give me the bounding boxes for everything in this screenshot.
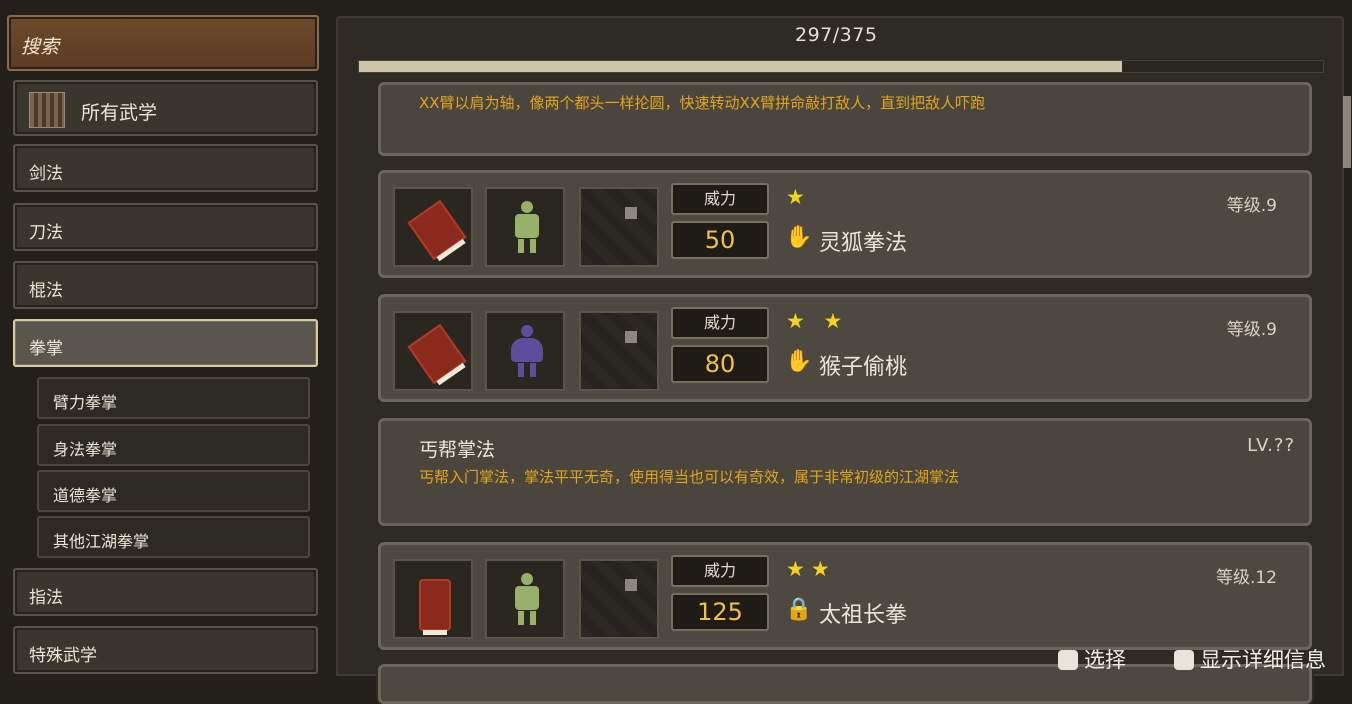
- power-value: 125: [671, 593, 769, 631]
- skill-level: 等级.12: [1215, 568, 1277, 588]
- category-all-label: 所有武学: [81, 102, 158, 124]
- book-icon: [407, 323, 467, 385]
- star-rating: ★ ★: [786, 309, 849, 333]
- fighter-icon: [507, 325, 547, 377]
- subcategory-strength[interactable]: 臂力拳掌: [37, 377, 310, 419]
- stance-slot: [485, 559, 565, 639]
- skill-card[interactable]: [378, 664, 1312, 704]
- fighter-icon: [507, 573, 547, 625]
- stance-slot: [485, 187, 565, 267]
- category-label: 指法: [29, 588, 63, 608]
- subcategory-agility[interactable]: 身法拳掌: [37, 424, 310, 466]
- item-slot: [393, 187, 473, 267]
- subcategory-label: 道德拳掌: [53, 486, 118, 505]
- skill-name: 灵狐拳法: [819, 231, 908, 256]
- progress-fill: [359, 61, 1123, 72]
- subcategory-other[interactable]: 其他江湖拳掌: [37, 516, 310, 558]
- subcategory-label: 臂力拳掌: [53, 393, 118, 412]
- select-label: 选择: [1084, 648, 1126, 672]
- empty-slot: [579, 559, 659, 639]
- hand-icon: ✋: [785, 225, 813, 250]
- power-label: 威力: [671, 183, 769, 215]
- item-slot: [393, 559, 473, 639]
- book-icon: [419, 579, 451, 635]
- detail-title: 丐帮掌法: [419, 439, 496, 461]
- star-rating: ★: [786, 185, 811, 209]
- empty-slot: [579, 311, 659, 391]
- power-label: 威力: [671, 555, 769, 587]
- detail-text: 丐帮入门掌法，掌法平平无奇，使用得当也可以有奇效，属于非常初级的江湖掌法: [419, 468, 960, 486]
- category-staff[interactable]: 棍法: [13, 261, 318, 309]
- skill-name: 猴子偷桃: [819, 355, 908, 380]
- subcategory-label: 其他江湖拳掌: [53, 532, 150, 551]
- skill-level: 等级.9: [1226, 320, 1277, 340]
- category-finger[interactable]: 指法: [13, 568, 318, 616]
- skill-card[interactable]: 威力 80 ★ ★ ✋ 猴子偷桃 等级.9: [378, 294, 1312, 402]
- power-label: 威力: [671, 307, 769, 339]
- category-fist-palm[interactable]: 拳掌: [13, 319, 318, 367]
- skill-name: 太祖长拳: [819, 603, 908, 628]
- gamepad-icon: [1058, 650, 1078, 670]
- subcategory-morality[interactable]: 道德拳掌: [37, 470, 310, 512]
- skill-card[interactable]: 威力 50 ★ ✋ 灵狐拳法 等级.9: [378, 170, 1312, 278]
- category-blade[interactable]: 刀法: [13, 203, 318, 251]
- category-label: 剑法: [29, 164, 63, 184]
- mouse-icon: [1174, 650, 1194, 670]
- category-label: 拳掌: [29, 339, 63, 359]
- skill-level: 等级.9: [1226, 196, 1277, 216]
- search-label: 搜索: [21, 36, 60, 58]
- category-label: 棍法: [29, 281, 63, 301]
- description-text: XX臂以肩为轴，像两个都头一样抡圆，快速转动XX臂拼命敲打敌人，直到把敌人吓跑: [419, 94, 986, 112]
- category-sidebar: 搜索 所有武学 剑法 刀法 棍法 拳掌 臂力拳掌 身法拳掌 道德拳掌 其他江湖拳…: [0, 0, 330, 676]
- lock-icon: 🔒: [785, 597, 813, 622]
- detail-level: LV.??: [1247, 435, 1295, 456]
- skill-card[interactable]: 威力 125 ★★ 🔒 太祖长拳 等级.12: [378, 542, 1312, 650]
- scrollbar[interactable]: [1343, 96, 1351, 168]
- skill-description-card: XX臂以肩为轴，像两个都头一样抡圆，快速转动XX臂拼命敲打敌人，直到把敌人吓跑: [378, 82, 1312, 156]
- category-label: 刀法: [29, 223, 63, 243]
- hand-icon: ✋: [785, 349, 813, 374]
- item-slot: [393, 311, 473, 391]
- select-hint: 选择: [1058, 644, 1126, 674]
- detail-label: 显示详细信息: [1200, 648, 1326, 672]
- detail-hint: 显示详细信息: [1174, 644, 1326, 674]
- book-icon: [407, 199, 467, 261]
- power-value: 80: [671, 345, 769, 383]
- subcategory-label: 身法拳掌: [53, 440, 118, 459]
- category-sword[interactable]: 剑法: [13, 144, 318, 192]
- empty-slot: [579, 187, 659, 267]
- star-rating: ★★: [786, 557, 836, 581]
- progress-count: 297/375: [795, 24, 878, 46]
- category-all[interactable]: 所有武学: [13, 80, 318, 136]
- skill-detail-card: 丐帮掌法 LV.?? 丐帮入门掌法，掌法平平无奇，使用得当也可以有奇效，属于非常…: [378, 418, 1312, 526]
- power-value: 50: [671, 221, 769, 259]
- fighter-icon: [507, 201, 547, 253]
- stance-slot: [485, 311, 565, 391]
- category-label: 特殊武学: [29, 646, 97, 666]
- category-special[interactable]: 特殊武学: [13, 626, 318, 674]
- scroll-icon: [29, 92, 65, 128]
- search-button[interactable]: 搜索: [7, 15, 319, 71]
- progress-bar: [358, 60, 1324, 73]
